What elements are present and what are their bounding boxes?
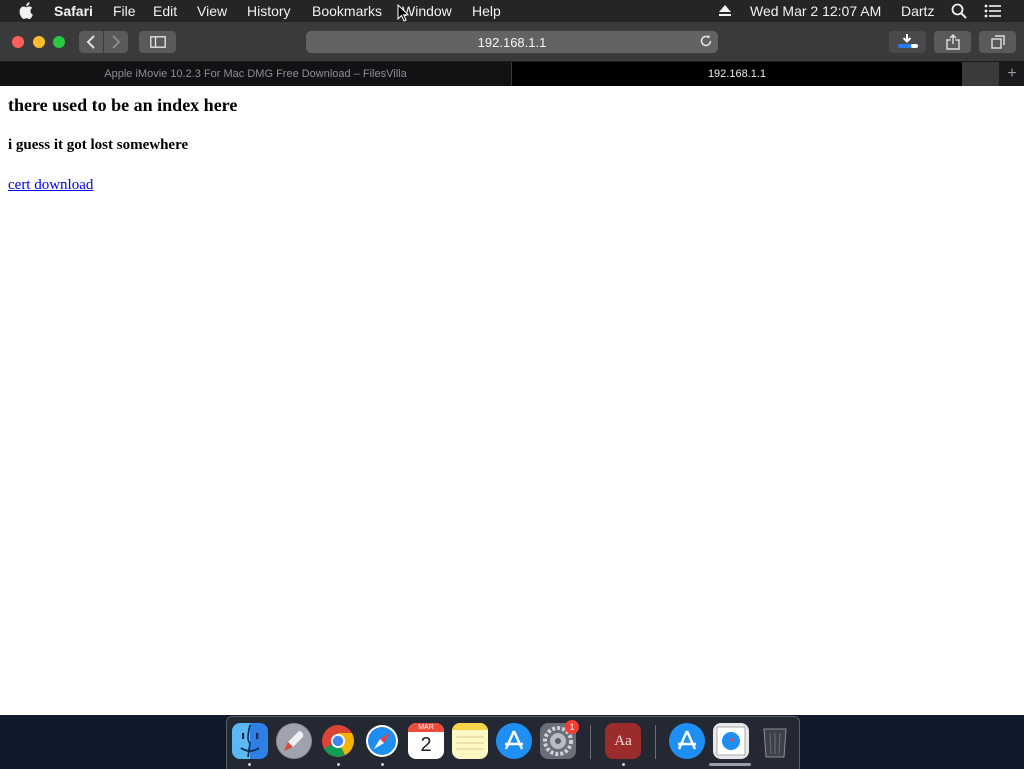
calendar-month: MAR (408, 723, 444, 732)
finder-icon[interactable] (232, 723, 268, 759)
launchpad-icon[interactable] (276, 723, 312, 759)
tab-overview-icon (990, 35, 1005, 49)
menu-window[interactable]: Window (402, 3, 452, 19)
back-button[interactable] (79, 31, 103, 53)
close-window-button[interactable] (12, 36, 24, 48)
downloads-icon (897, 34, 918, 48)
menu-bar: Safari File Edit View History Bookmarks … (0, 0, 1024, 22)
tab-title: 192.168.1.1 (707, 68, 767, 80)
menu-edit[interactable]: Edit (153, 3, 177, 19)
app-store-icon[interactable] (496, 723, 532, 759)
share-icon (945, 34, 960, 50)
calendar-day: 2 (420, 734, 432, 756)
downloads-stack-icon[interactable] (713, 723, 749, 759)
minimize-window-button[interactable] (33, 36, 45, 48)
tab-current[interactable]: 192.168.1.1 (512, 62, 962, 86)
plus-icon: + (1007, 65, 1017, 82)
tab-filesvilla[interactable]: Apple iMovie 10.2.3 For Mac DMG Free Dow… (0, 62, 512, 86)
chrome-icon[interactable] (320, 723, 356, 759)
menu-app-name[interactable]: Safari (54, 3, 93, 19)
running-indicator (248, 763, 251, 766)
spotlight-search-icon[interactable] (951, 3, 967, 22)
scroll-indicator (709, 763, 751, 766)
tab-overview-button[interactable] (979, 31, 1016, 53)
dictionary-icon[interactable]: Aa (605, 723, 641, 759)
mouse-cursor-icon (397, 3, 410, 27)
trash-icon[interactable] (757, 723, 793, 759)
notification-center-icon[interactable] (984, 4, 1002, 21)
downloads-button[interactable] (889, 31, 926, 53)
address-bar[interactable]: 192.168.1.1 (306, 31, 718, 53)
web-page: there used to be an index here i guess i… (0, 86, 1024, 715)
dictionary-label: Aa (614, 733, 632, 749)
notification-badge: 1 (565, 720, 579, 734)
tab-title: Apple iMovie 10.2.3 For Mac DMG Free Dow… (104, 68, 407, 80)
back-icon (86, 35, 95, 49)
user-name[interactable]: Dartz (901, 3, 934, 19)
notes-icon[interactable] (452, 723, 488, 759)
menu-history[interactable]: History (247, 3, 291, 19)
menu-file[interactable]: File (113, 3, 136, 19)
address-text: 192.168.1.1 (477, 34, 547, 50)
dock-separator (590, 725, 591, 759)
cert-download-link[interactable]: cert download (8, 177, 93, 194)
safari-toolbar: 192.168.1.1 (0, 22, 1024, 62)
menu-help[interactable]: Help (472, 3, 501, 19)
sidebar-icon (149, 36, 166, 48)
apple-icon[interactable] (19, 2, 35, 22)
reload-icon[interactable] (699, 34, 713, 51)
applications-folder-icon[interactable] (669, 723, 705, 759)
running-indicator (622, 763, 625, 766)
menu-view[interactable]: View (197, 3, 227, 19)
forward-icon (112, 35, 121, 49)
menu-bookmarks[interactable]: Bookmarks (312, 3, 382, 19)
forward-button[interactable] (104, 31, 128, 53)
dock: MAR 2 1 Aa (226, 716, 800, 769)
clock-text[interactable]: Wed Mar 2 12:07 AM (750, 3, 881, 19)
eject-icon[interactable] (718, 4, 732, 20)
page-subheading: i guess it got lost somewhere (8, 137, 189, 153)
safari-icon[interactable] (364, 723, 400, 759)
tab-bar: Apple iMovie 10.2.3 For Mac DMG Free Dow… (0, 62, 1024, 86)
running-indicator (337, 763, 340, 766)
share-button[interactable] (934, 31, 971, 53)
page-heading: there used to be an index here (8, 95, 238, 115)
calendar-icon[interactable]: MAR 2 (408, 723, 444, 759)
tab-bar-spacer (962, 62, 999, 86)
new-tab-button[interactable]: + (1000, 62, 1024, 86)
sidebar-button[interactable] (139, 31, 176, 53)
running-indicator (381, 763, 384, 766)
zoom-window-button[interactable] (53, 36, 65, 48)
dock-separator (655, 725, 656, 759)
